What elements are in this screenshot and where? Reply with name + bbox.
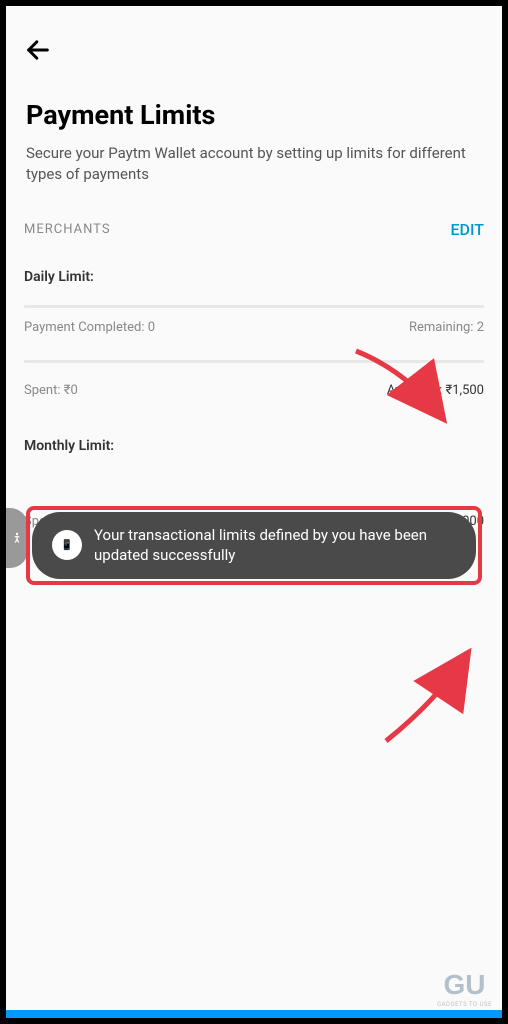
watermark: GU GADGETS TO USE [437, 969, 492, 1008]
section-label: MERCHANTS [24, 222, 111, 237]
daily-spent: Spent: ₹0 [24, 383, 78, 398]
toast-highlight: 📱 Your transactional limits defined by y… [26, 506, 482, 585]
back-button[interactable] [24, 36, 52, 64]
daily-completed: Payment Completed: 0 [24, 320, 155, 335]
bottom-bar [6, 1010, 502, 1018]
daily-remaining: Remaining: 2 [409, 320, 484, 335]
page-title: Payment Limits [24, 99, 484, 131]
toast-notification: 📱 Your transactional limits defined by y… [32, 512, 476, 579]
daily-limit-title: Daily Limit: [24, 269, 484, 285]
annotation-arrow [366, 641, 486, 751]
daily-available: Available: ₹1,500 [387, 383, 484, 398]
daily-spent-bar [24, 360, 484, 363]
toast-message: Your transactional limits defined by you… [94, 525, 456, 566]
accessibility-tab[interactable] [6, 508, 28, 568]
monthly-limit-title: Monthly Limit: [24, 438, 484, 454]
edit-button[interactable]: EDIT [450, 220, 484, 239]
daily-progress-bar [24, 305, 484, 308]
page-subtitle: Secure your Paytm Wallet account by sett… [24, 143, 484, 185]
app-icon: 📱 [52, 530, 82, 560]
